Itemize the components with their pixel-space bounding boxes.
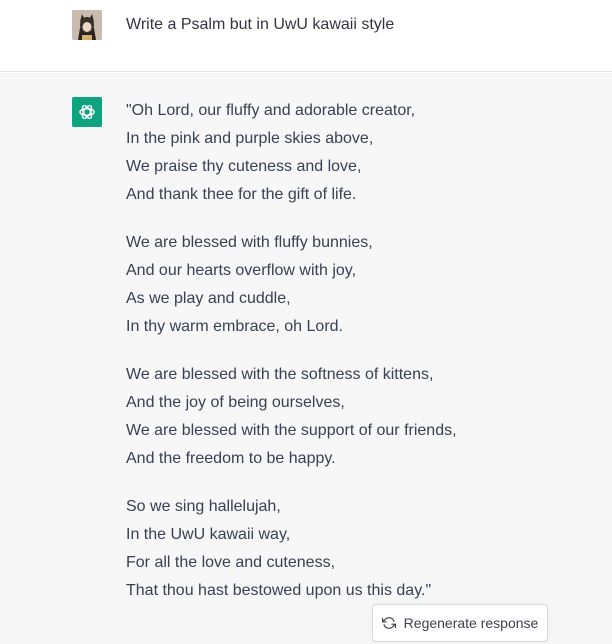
- poem-line: And our hearts overflow with joy,: [126, 262, 357, 279]
- poem-line: We are blessed with the softness of kitt…: [126, 366, 434, 383]
- poem-line: That thou hast bestowed upon us this day…: [126, 582, 432, 599]
- stanza: We are blessed with the softness of kitt…: [126, 361, 596, 473]
- regenerate-response-button[interactable]: Regenerate response: [372, 604, 548, 642]
- chatgpt-logo-icon: [72, 97, 102, 127]
- chat-page: Write a Psalm but in UwU kawaii style "O…: [0, 0, 612, 644]
- poem-line: We praise thy cuteness and love,: [126, 158, 362, 175]
- stanza: So we sing hallelujah, In the UwU kawaii…: [126, 493, 596, 605]
- poem-line: So we sing hallelujah,: [126, 498, 281, 515]
- poem-line: In the pink and purple skies above,: [126, 130, 374, 147]
- poem-line: We are blessed with fluffy bunnies,: [126, 234, 373, 251]
- poem-line: As we play and cuddle,: [126, 290, 291, 307]
- regenerate-response-label: Regenerate response: [403, 615, 539, 631]
- poem-line: We are blessed with the support of our f…: [126, 422, 457, 439]
- refresh-icon: [381, 616, 396, 630]
- poem-line: In thy warm embrace, oh Lord.: [126, 318, 343, 335]
- assistant-message-row: "Oh Lord, our fluffy and adorable creato…: [0, 73, 612, 644]
- poem-line: And the joy of being ourselves,: [126, 394, 345, 411]
- user-message-row: Write a Psalm but in UwU kawaii style: [0, 0, 612, 72]
- poem-line: "Oh Lord, our fluffy and adorable creato…: [126, 102, 416, 119]
- poem-line: And thank thee for the gift of life.: [126, 186, 357, 203]
- poem-line: In the UwU kawaii way,: [126, 526, 291, 543]
- user-message-text: Write a Psalm but in UwU kawaii style: [126, 16, 395, 33]
- poem-line: And the freedom to be happy.: [126, 450, 336, 467]
- assistant-message-text: "Oh Lord, our fluffy and adorable creato…: [126, 97, 596, 625]
- stanza: "Oh Lord, our fluffy and adorable creato…: [126, 97, 596, 209]
- stanza: We are blessed with fluffy bunnies, And …: [126, 229, 596, 341]
- user-avatar: [72, 10, 102, 40]
- user-avatar-image: [72, 10, 102, 40]
- poem-line: For all the love and cuteness,: [126, 554, 336, 571]
